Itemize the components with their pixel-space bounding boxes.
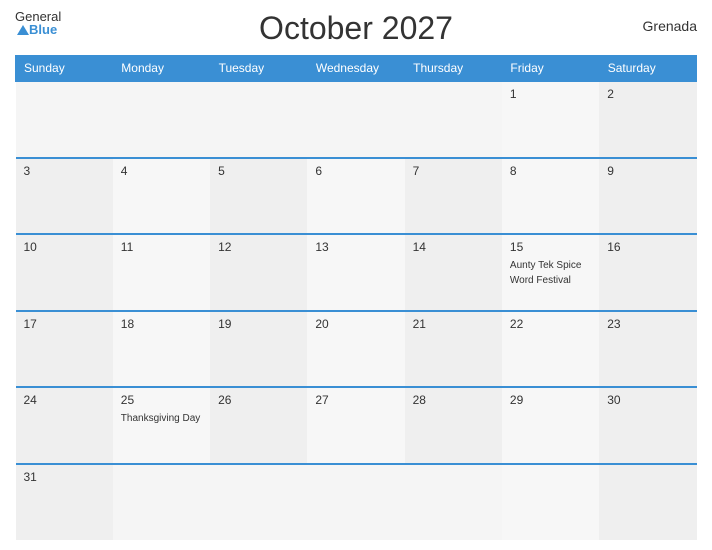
calendar-week-row: 12 (16, 81, 697, 158)
calendar-cell: 6 (307, 158, 404, 235)
day-number: 26 (218, 393, 299, 407)
calendar-cell (16, 81, 113, 158)
calendar-week-row: 10 11 12 13 14 15 Aunty Tek Spice Word Festiva… (16, 234, 697, 311)
calendar-cell (210, 464, 307, 541)
weekday-header-saturday: Saturday (599, 56, 696, 82)
calendar-cell: 30 (599, 387, 696, 464)
day-number: 14 (413, 240, 494, 254)
day-number: 21 (413, 317, 494, 331)
calendar-cell (405, 81, 502, 158)
day-number: 18 (121, 317, 202, 331)
day-number: 7 (413, 164, 494, 178)
weekday-header-wednesday: Wednesday (307, 56, 404, 82)
calendar-cell: 17 (16, 311, 113, 388)
weekday-header-friday: Friday (502, 56, 599, 82)
calendar-cell: 13 (307, 234, 404, 311)
calendar-cell: 1 (502, 81, 599, 158)
calendar-cell: 19 (210, 311, 307, 388)
calendar-header: General Blue October 2027 Grenada (15, 10, 697, 47)
calendar-cell: 11 (113, 234, 210, 311)
calendar-cell: 16 (599, 234, 696, 311)
day-number: 30 (607, 393, 688, 407)
logo-triangle-icon (17, 25, 29, 35)
calendar-cell: 20 (307, 311, 404, 388)
calendar-cell: 24 (16, 387, 113, 464)
calendar-cell: 28 (405, 387, 502, 464)
day-number: 22 (510, 317, 591, 331)
calendar-week-row: 24 25 Thanksgiving Day 26 27 28 29 30 (16, 387, 697, 464)
month-title: October 2027 (259, 10, 453, 47)
calendar-cell (307, 81, 404, 158)
day-number: 1 (510, 87, 591, 101)
calendar-week-row: 31 (16, 464, 697, 541)
calendar-cell: 10 (16, 234, 113, 311)
calendar-cell: 25 Thanksgiving Day (113, 387, 210, 464)
day-number: 29 (510, 393, 591, 407)
day-number: 15 (510, 240, 591, 254)
calendar-cell: 4 (113, 158, 210, 235)
calendar-cell (113, 81, 210, 158)
calendar-cell: 7 (405, 158, 502, 235)
calendar-cell: 2 (599, 81, 696, 158)
day-number: 13 (315, 240, 396, 254)
day-number: 4 (121, 164, 202, 178)
day-number: 24 (24, 393, 105, 407)
calendar-table: SundayMondayTuesdayWednesdayThursdayFrid… (15, 55, 697, 540)
calendar-header-row: SundayMondayTuesdayWednesdayThursdayFrid… (16, 56, 697, 82)
calendar-body: 123456789101112131415Aunty Tek Spice Wor… (16, 81, 697, 540)
day-number: 5 (218, 164, 299, 178)
day-number: 27 (315, 393, 396, 407)
day-number: 20 (315, 317, 396, 331)
calendar-cell (210, 81, 307, 158)
calendar-cell (405, 464, 502, 541)
calendar-cell: 14 (405, 234, 502, 311)
calendar-cell (307, 464, 404, 541)
calendar-cell: 21 (405, 311, 502, 388)
calendar-cell: 23 (599, 311, 696, 388)
calendar-cell (502, 464, 599, 541)
calendar-cell (599, 464, 696, 541)
day-number: 23 (607, 317, 688, 331)
day-number: 8 (510, 164, 591, 178)
calendar-cell: 26 (210, 387, 307, 464)
calendar-cell (113, 464, 210, 541)
country-label: Grenada (643, 18, 697, 34)
day-number: 25 (121, 393, 202, 407)
calendar-cell: 15 Aunty Tek Spice Word Festival (502, 234, 599, 311)
weekday-header-sunday: Sunday (16, 56, 113, 82)
calendar-cell: 3 (16, 158, 113, 235)
calendar-cell: 5 (210, 158, 307, 235)
event-text: Thanksgiving Day (121, 413, 200, 424)
day-number: 28 (413, 393, 494, 407)
calendar-cell: 12 (210, 234, 307, 311)
calendar-cell: 29 (502, 387, 599, 464)
weekday-header-thursday: Thursday (405, 56, 502, 82)
day-number: 16 (607, 240, 688, 254)
weekday-header-monday: Monday (113, 56, 210, 82)
day-number: 11 (121, 240, 202, 254)
day-number: 31 (24, 470, 105, 484)
calendar-week-row: 3 4 5 6 7 8 9 (16, 158, 697, 235)
day-number: 2 (607, 87, 688, 101)
weekday-header-row: SundayMondayTuesdayWednesdayThursdayFrid… (16, 56, 697, 82)
calendar-cell: 22 (502, 311, 599, 388)
event-text: Aunty Tek Spice Word Festival (510, 260, 582, 286)
day-number: 17 (24, 317, 105, 331)
day-number: 6 (315, 164, 396, 178)
day-number: 19 (218, 317, 299, 331)
calendar-cell: 31 (16, 464, 113, 541)
calendar-cell: 8 (502, 158, 599, 235)
day-number: 9 (607, 164, 688, 178)
day-number: 3 (24, 164, 105, 178)
logo: General Blue (15, 10, 61, 36)
calendar-cell: 27 (307, 387, 404, 464)
calendar-cell: 18 (113, 311, 210, 388)
weekday-header-tuesday: Tuesday (210, 56, 307, 82)
calendar-week-row: 17 18 19 20 21 22 23 (16, 311, 697, 388)
calendar-cell: 9 (599, 158, 696, 235)
calendar-wrapper: General Blue October 2027 Grenada Sunday… (0, 0, 712, 550)
day-number: 10 (24, 240, 105, 254)
day-number: 12 (218, 240, 299, 254)
logo-blue-text: Blue (29, 23, 57, 36)
